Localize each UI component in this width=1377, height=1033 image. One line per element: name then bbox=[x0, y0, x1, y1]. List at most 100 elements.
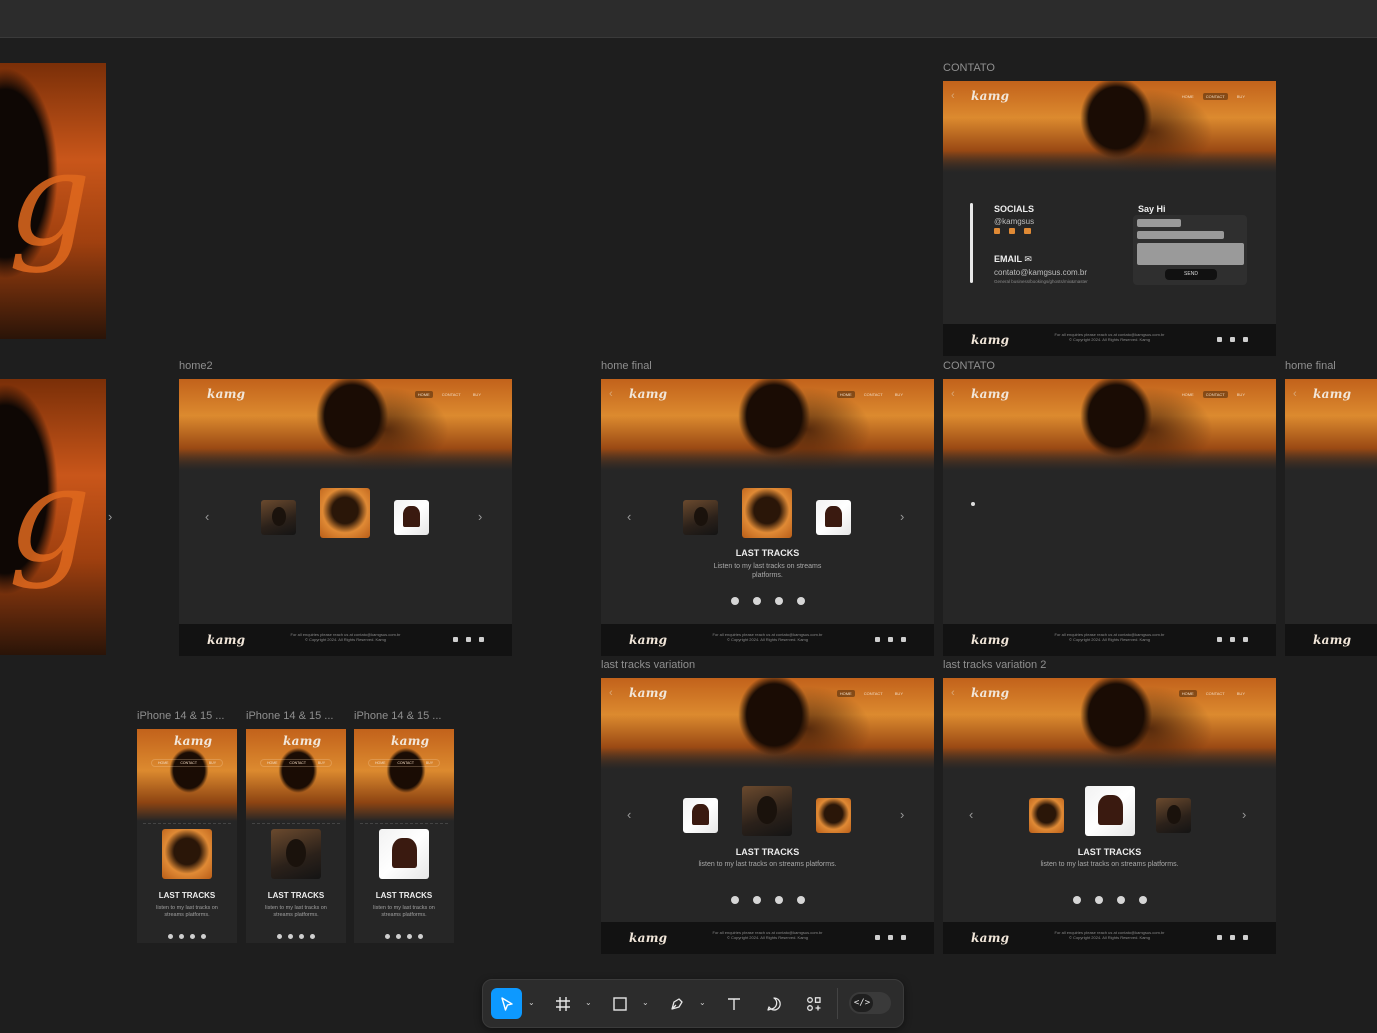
track-cover[interactable] bbox=[1156, 798, 1191, 833]
track-cover[interactable] bbox=[1085, 786, 1135, 836]
track-cover[interactable] bbox=[261, 500, 296, 535]
email-field[interactable] bbox=[1137, 231, 1224, 239]
frame-label-home-final-right[interactable]: home final bbox=[1285, 360, 1336, 372]
nav-contact[interactable]: CONTACT bbox=[861, 391, 886, 398]
carousel-prev-arrow[interactable]: ‹ bbox=[627, 807, 631, 822]
frame-contato[interactable]: ‹ kamg HOME CONTACT BUY SOCIALS @kamgsus… bbox=[943, 81, 1276, 356]
design-canvas[interactable]: g g › home2 kamg HOME CONTACT BUY ‹ › ka… bbox=[0, 0, 1377, 1033]
nav-buy[interactable]: BUY bbox=[1234, 690, 1248, 697]
frame-last-tracks-variation[interactable]: ‹ kamg HOME CONTACT BUY ‹ › LAST TRACKS … bbox=[601, 678, 934, 954]
last-tracks-title: LAST TRACKS bbox=[267, 891, 325, 900]
nav-home[interactable]: HOME bbox=[1179, 93, 1197, 100]
nav-buy[interactable]: BUY bbox=[892, 391, 906, 398]
nav-home[interactable]: HOME bbox=[1179, 391, 1197, 398]
cropped-artwork-bottom[interactable]: g bbox=[0, 379, 106, 655]
frame-tool[interactable] bbox=[549, 988, 577, 1019]
last-tracks-subtitle: listen to my last tracks on streams plat… bbox=[265, 905, 327, 918]
carousel-next-arrow[interactable]: › bbox=[900, 509, 904, 524]
chevron-down-icon[interactable]: ⌄ bbox=[528, 998, 535, 1007]
cropped-artwork-top[interactable]: g bbox=[0, 63, 106, 339]
frame-home2[interactable]: kamg HOME CONTACT BUY ‹ › kamg For all e… bbox=[179, 379, 512, 656]
nav-contact[interactable]: CONTACT bbox=[439, 391, 464, 398]
dev-mode-toggle[interactable]: </> bbox=[849, 992, 891, 1014]
move-tool[interactable] bbox=[491, 988, 522, 1019]
nav-home[interactable]: HOME bbox=[158, 761, 169, 765]
nav-contact[interactable]: CONTACT bbox=[180, 761, 197, 765]
nav-home[interactable]: HOME bbox=[836, 690, 855, 697]
email-address[interactable]: contato@kamgsus.com.br bbox=[994, 268, 1088, 277]
nav-buy[interactable]: BUY bbox=[892, 690, 906, 697]
carousel-prev-arrow[interactable]: ‹ bbox=[969, 807, 973, 822]
frame-label-home-final[interactable]: home final bbox=[601, 360, 652, 372]
nav-home[interactable]: HOME bbox=[836, 391, 855, 398]
frame-label-iphone-3[interactable]: iPhone 14 & 15 ... bbox=[354, 710, 441, 722]
track-cover[interactable] bbox=[162, 829, 212, 879]
frame-last-tracks-variation-2[interactable]: ‹ kamg HOME CONTACT BUY ‹ › LAST TRACKS … bbox=[943, 678, 1276, 954]
message-field[interactable] bbox=[1137, 243, 1244, 265]
nav-home[interactable]: HOME bbox=[375, 761, 386, 765]
comment-icon bbox=[767, 996, 781, 1011]
instagram-icon bbox=[875, 935, 880, 940]
frame-label-home2[interactable]: home2 bbox=[179, 360, 213, 372]
nav-buy[interactable]: BUY bbox=[1234, 93, 1248, 100]
track-cover[interactable] bbox=[742, 786, 792, 836]
shape-tool[interactable] bbox=[606, 988, 634, 1019]
frame-home-final-right[interactable]: ‹ kamg kamg bbox=[1285, 379, 1377, 656]
site-nav: HOME CONTACT BUY bbox=[260, 759, 332, 767]
carousel-next-arrow[interactable]: › bbox=[900, 807, 904, 822]
name-field[interactable] bbox=[1137, 219, 1181, 227]
pen-tool[interactable] bbox=[663, 988, 691, 1019]
carousel-next-arrow[interactable]: › bbox=[108, 509, 112, 524]
frame-iphone-3[interactable]: kamg HOME CONTACT BUY LAST TRACKS listen t… bbox=[354, 729, 454, 943]
chevron-down-icon[interactable]: ⌄ bbox=[642, 998, 649, 1007]
track-cover[interactable] bbox=[816, 500, 851, 535]
frame-label-contato-2[interactable]: CONTATO bbox=[943, 360, 995, 372]
nav-contact[interactable]: CONTACT bbox=[1202, 93, 1228, 100]
nav-contact[interactable]: CONTACT bbox=[861, 690, 886, 697]
frame-label-last-tracks-variation-2[interactable]: last tracks variation 2 bbox=[943, 659, 1046, 671]
nav-buy[interactable]: BUY bbox=[470, 391, 484, 398]
track-cover[interactable] bbox=[379, 829, 429, 879]
track-cover[interactable] bbox=[742, 488, 792, 538]
nav-home[interactable]: HOME bbox=[1178, 690, 1197, 697]
comment-tool[interactable] bbox=[760, 988, 788, 1019]
frame-label-iphone-1[interactable]: iPhone 14 & 15 ... bbox=[137, 710, 224, 722]
nav-buy[interactable]: BUY bbox=[426, 761, 433, 765]
frame-label-contato[interactable]: CONTATO bbox=[943, 62, 995, 74]
nav-contact[interactable]: CONTACT bbox=[397, 761, 414, 765]
chevron-down-icon[interactable]: ⌄ bbox=[699, 998, 706, 1007]
actions-tool[interactable] bbox=[800, 988, 828, 1019]
frame-contato-2[interactable]: ‹ kamg HOME CONTACT BUY kamg For all enq… bbox=[943, 379, 1276, 656]
chevron-down-icon[interactable]: ⌄ bbox=[585, 998, 592, 1007]
nav-contact[interactable]: CONTACT bbox=[1203, 690, 1228, 697]
frame-iphone-1[interactable]: kamg HOME CONTACT BUY LAST TRACKS listen t… bbox=[137, 729, 237, 943]
track-cover[interactable] bbox=[683, 798, 718, 833]
text-tool[interactable] bbox=[720, 988, 748, 1019]
frame-iphone-2[interactable]: kamg HOME CONTACT BUY LAST TRACKS listen t… bbox=[246, 729, 346, 943]
track-cover[interactable] bbox=[394, 500, 429, 535]
frame-label-iphone-2[interactable]: iPhone 14 & 15 ... bbox=[246, 710, 333, 722]
frame-label-last-tracks-variation[interactable]: last tracks variation bbox=[601, 659, 695, 671]
streaming-icons bbox=[385, 934, 423, 939]
track-cover[interactable] bbox=[1029, 798, 1064, 833]
carousel-next-arrow[interactable]: › bbox=[478, 509, 482, 524]
track-cover[interactable] bbox=[271, 829, 321, 879]
nav-buy[interactable]: BUY bbox=[318, 761, 325, 765]
send-button[interactable]: SEND bbox=[1165, 269, 1217, 280]
nav-buy[interactable]: BUY bbox=[1234, 391, 1248, 398]
nav-home[interactable]: HOME bbox=[414, 391, 433, 398]
track-cover[interactable] bbox=[816, 798, 851, 833]
carousel-prev-arrow[interactable]: ‹ bbox=[205, 509, 209, 524]
site-nav: HOME CONTACT BUY bbox=[836, 391, 906, 398]
nav-home[interactable]: HOME bbox=[267, 761, 278, 765]
carousel-prev-arrow[interactable]: ‹ bbox=[627, 509, 631, 524]
carousel-next-arrow[interactable]: › bbox=[1242, 807, 1246, 822]
nav-contact[interactable]: CONTACT bbox=[289, 761, 306, 765]
nav-buy[interactable]: BUY bbox=[209, 761, 216, 765]
frame-home-final[interactable]: ‹ kamg HOME CONTACT BUY ‹ › LAST TRACKS … bbox=[601, 379, 934, 656]
track-cover[interactable] bbox=[320, 488, 370, 538]
cursor-icon bbox=[500, 996, 513, 1011]
email-title: EMAIL ✉ bbox=[994, 254, 1032, 264]
track-cover[interactable] bbox=[683, 500, 718, 535]
nav-contact[interactable]: CONTACT bbox=[1202, 391, 1228, 398]
